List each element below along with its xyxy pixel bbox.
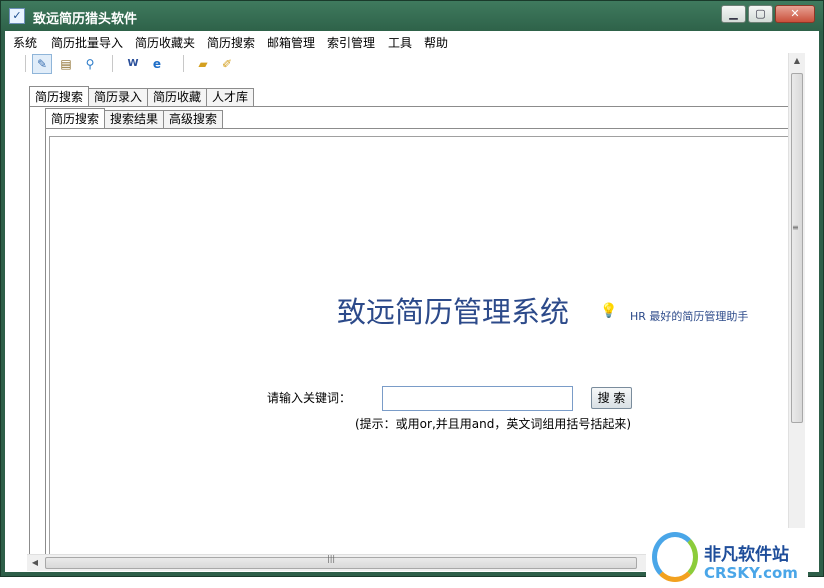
tab-advanced-search[interactable]: 高级搜索 [163,110,224,128]
watermark-en: CRSKY.com [704,564,798,582]
crsky-logo-icon [652,532,698,582]
menu-batch-import[interactable]: 简历批量导入 [51,34,123,51]
toolbar-separator [112,55,113,72]
tab-talent-pool[interactable]: 人才库 [206,88,255,106]
close-button[interactable]: ✕ [775,5,815,23]
outer-tab-strip: 简历搜索 简历录入 简历收藏 人才库 [29,86,255,106]
word-icon[interactable]: W [123,54,143,74]
toolbar: ✎ ▤ ⚲ W e ▰ ✐ [5,52,819,76]
client-area: 系统 简历批量导入 简历收藏夹 简历搜索 邮箱管理 索引管理 工具 帮助 ✎ ▤… [5,31,819,588]
pencil-icon[interactable]: ✐ [217,54,237,74]
scroll-up-icon[interactable]: ▲ [789,53,805,69]
menu-favorites[interactable]: 简历收藏夹 [135,34,195,51]
ie-icon[interactable]: e [147,54,167,74]
system-title: 致远简历管理系统 [337,295,570,329]
horizontal-scroll-thumb[interactable] [45,557,637,569]
menu-index[interactable]: 索引管理 [327,34,375,51]
app-logo-icon: ✓ [9,8,25,24]
folder-icon[interactable]: ▰ [193,54,213,74]
menu-help[interactable]: 帮助 [424,34,448,51]
search-hint: (提示：或用or,并且用and，英文词组用括号括起来) [355,417,632,431]
tab-search-results[interactable]: 搜索结果 [104,110,165,128]
tagline: HR 最好的简历管理助手 [630,310,749,323]
inner-tab-strip: 简历搜索 搜索结果 高级搜索 [45,108,224,128]
tab-resume-search[interactable]: 简历搜索 [29,86,90,106]
title-bar[interactable]: ✓ 致远简历猎头软件 ▁ ▢ ✕ [1,1,823,31]
toolbar-separator [183,55,184,72]
app-window: ✓ 致远简历猎头软件 ▁ ▢ ✕ 系统 简历批量导入 简历收藏夹 简历搜索 邮箱… [0,0,824,588]
tab-resume-favorites[interactable]: 简历收藏 [147,88,208,106]
window-title: 致远简历猎头软件 [33,12,138,27]
menu-system[interactable]: 系统 [13,34,37,51]
tab-inner-search[interactable]: 简历搜索 [45,108,106,128]
watermark-cn: 非凡软件站 [704,545,789,565]
search-content-box [49,136,789,554]
tab-resume-entry[interactable]: 简历录入 [88,88,149,106]
vertical-scroll-thumb[interactable] [791,73,803,423]
vertical-scrollbar[interactable]: ▲ ≡ ▼ [788,53,805,560]
window-controls: ▁ ▢ ✕ [721,5,815,23]
minimize-button[interactable]: ▁ [721,5,746,23]
keyword-label: 请输入关键词： [267,391,352,405]
edit-icon[interactable]: ✎ [32,54,52,74]
lightbulb-icon: 💡 [600,303,618,319]
search-button[interactable]: 搜 索 [591,387,632,409]
search-icon[interactable]: ⚲ [80,54,100,74]
menu-tools[interactable]: 工具 [388,34,412,51]
scroll-left-icon[interactable]: ◀ [27,555,43,571]
maximize-button[interactable]: ▢ [748,5,773,23]
menu-mailbox[interactable]: 邮箱管理 [267,34,315,51]
grip-icon: ≡ [792,223,799,232]
keyword-input[interactable] [382,386,573,411]
clipboard-icon[interactable]: ▤ [56,54,76,74]
crsky-watermark: 非凡软件站 CRSKY.com [646,528,808,588]
grip-icon: ||| [327,554,336,563]
menu-bar: 系统 简历批量导入 简历收藏夹 简历搜索 邮箱管理 索引管理 工具 帮助 [5,31,819,52]
toolbar-separator [25,55,26,72]
menu-resume-search[interactable]: 简历搜索 [207,34,255,51]
